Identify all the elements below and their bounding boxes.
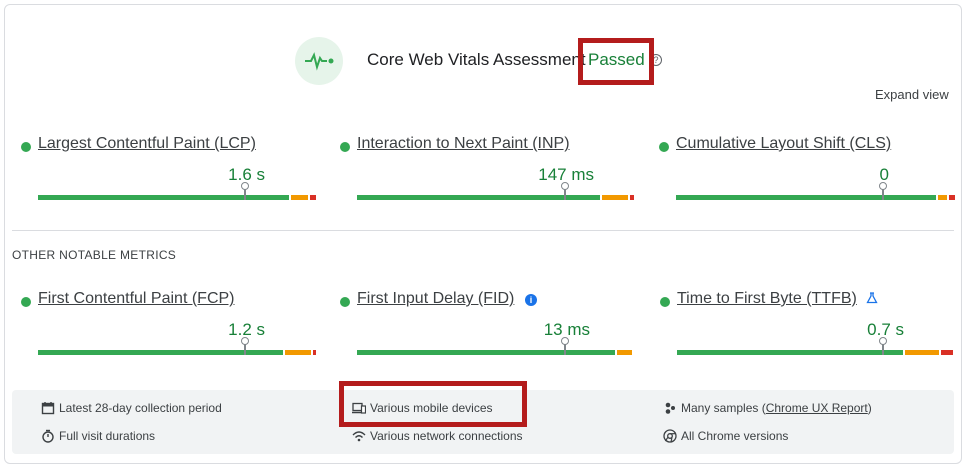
distribution-bar <box>676 195 955 200</box>
metric-value-fid: 13 ms <box>543 320 590 339</box>
metric-name-ttfb[interactable]: Time to First Byte (TTFB) <box>677 290 857 308</box>
metric-fid: First Input Delay (FID) 13 ms <box>340 290 632 360</box>
chrome-versions-info: All Chrome versions <box>663 429 788 443</box>
wifi-icon <box>352 431 366 442</box>
good-status-dot <box>21 297 31 307</box>
good-status-dot <box>659 142 669 152</box>
chrome-versions-text: All Chrome versions <box>681 429 789 443</box>
collection-period-text: Latest 28-day collection period <box>59 401 222 415</box>
other-metrics-heading: OTHER NOTABLE METRICS <box>12 248 177 262</box>
network-text: Various network connections <box>370 429 523 443</box>
metric-cls: Cumulative Layout Shift (CLS) 0 <box>659 135 955 205</box>
value-marker <box>879 182 887 200</box>
value-marker <box>241 337 249 355</box>
value-marker <box>561 182 569 200</box>
good-status-dot <box>660 297 670 307</box>
metric-name-fcp[interactable]: First Contentful Paint (FCP) <box>38 290 235 308</box>
metric-name-inp[interactable]: Interaction to Next Paint (INP) <box>357 135 570 153</box>
metric-name-fid[interactable]: First Input Delay (FID) <box>357 290 514 308</box>
flask-icon <box>866 292 878 304</box>
metric-lcp: Largest Contentful Paint (LCP) 1.6 s <box>21 135 316 205</box>
calendar-icon <box>41 402 55 415</box>
highlight-box-passed <box>578 38 654 85</box>
chrome-ux-report-link[interactable]: Chrome UX Report <box>766 401 868 415</box>
assessment-title: Core Web Vitals Assessment <box>367 50 586 69</box>
samples-text: Many samples ( <box>681 401 766 415</box>
distribution-bar <box>677 350 953 355</box>
good-status-dot <box>340 142 350 152</box>
network-info: Various network connections <box>352 429 523 443</box>
people-icon <box>665 402 675 414</box>
good-status-dot <box>340 297 350 307</box>
value-marker <box>241 182 249 200</box>
metric-name-lcp[interactable]: Largest Contentful Paint (LCP) <box>38 135 256 153</box>
good-status-dot <box>21 142 31 152</box>
samples-suffix: ) <box>867 401 872 415</box>
collection-period-info: Latest 28-day collection period <box>41 401 222 415</box>
section-divider <box>12 230 954 231</box>
distribution-bar <box>357 195 634 200</box>
metric-value-fcp: 1.2 s <box>228 320 265 339</box>
distribution-bar <box>357 350 634 355</box>
metric-name-cls[interactable]: Cumulative Layout Shift (CLS) <box>676 135 891 153</box>
expand-view-link[interactable]: Expand view <box>875 87 949 102</box>
metric-value-lcp: 1.6 s <box>228 165 265 184</box>
metric-fcp: First Contentful Paint (FCP) 1.2 s <box>21 290 316 360</box>
visit-durations-info: Full visit durations <box>41 429 155 443</box>
distribution-bar <box>38 350 316 355</box>
info-icon[interactable]: i <box>525 294 537 306</box>
distribution-bar <box>38 195 316 200</box>
vitals-pulse-icon <box>295 37 343 85</box>
value-marker <box>879 337 887 355</box>
visit-durations-text: Full visit durations <box>59 429 156 443</box>
samples-info: Many samples (Chrome UX Report) <box>663 401 872 415</box>
chrome-icon <box>663 429 677 443</box>
metric-ttfb: Time to First Byte (TTFB) 0.7 s <box>660 290 953 360</box>
stopwatch-icon <box>42 429 54 443</box>
metric-value-ttfb: 0.7 s <box>867 320 904 339</box>
value-marker <box>561 337 569 355</box>
metric-value-inp: 147 ms <box>538 165 594 184</box>
highlight-box-mobile-devices <box>339 381 527 427</box>
metric-inp: Interaction to Next Paint (INP) 147 ms <box>340 135 634 205</box>
